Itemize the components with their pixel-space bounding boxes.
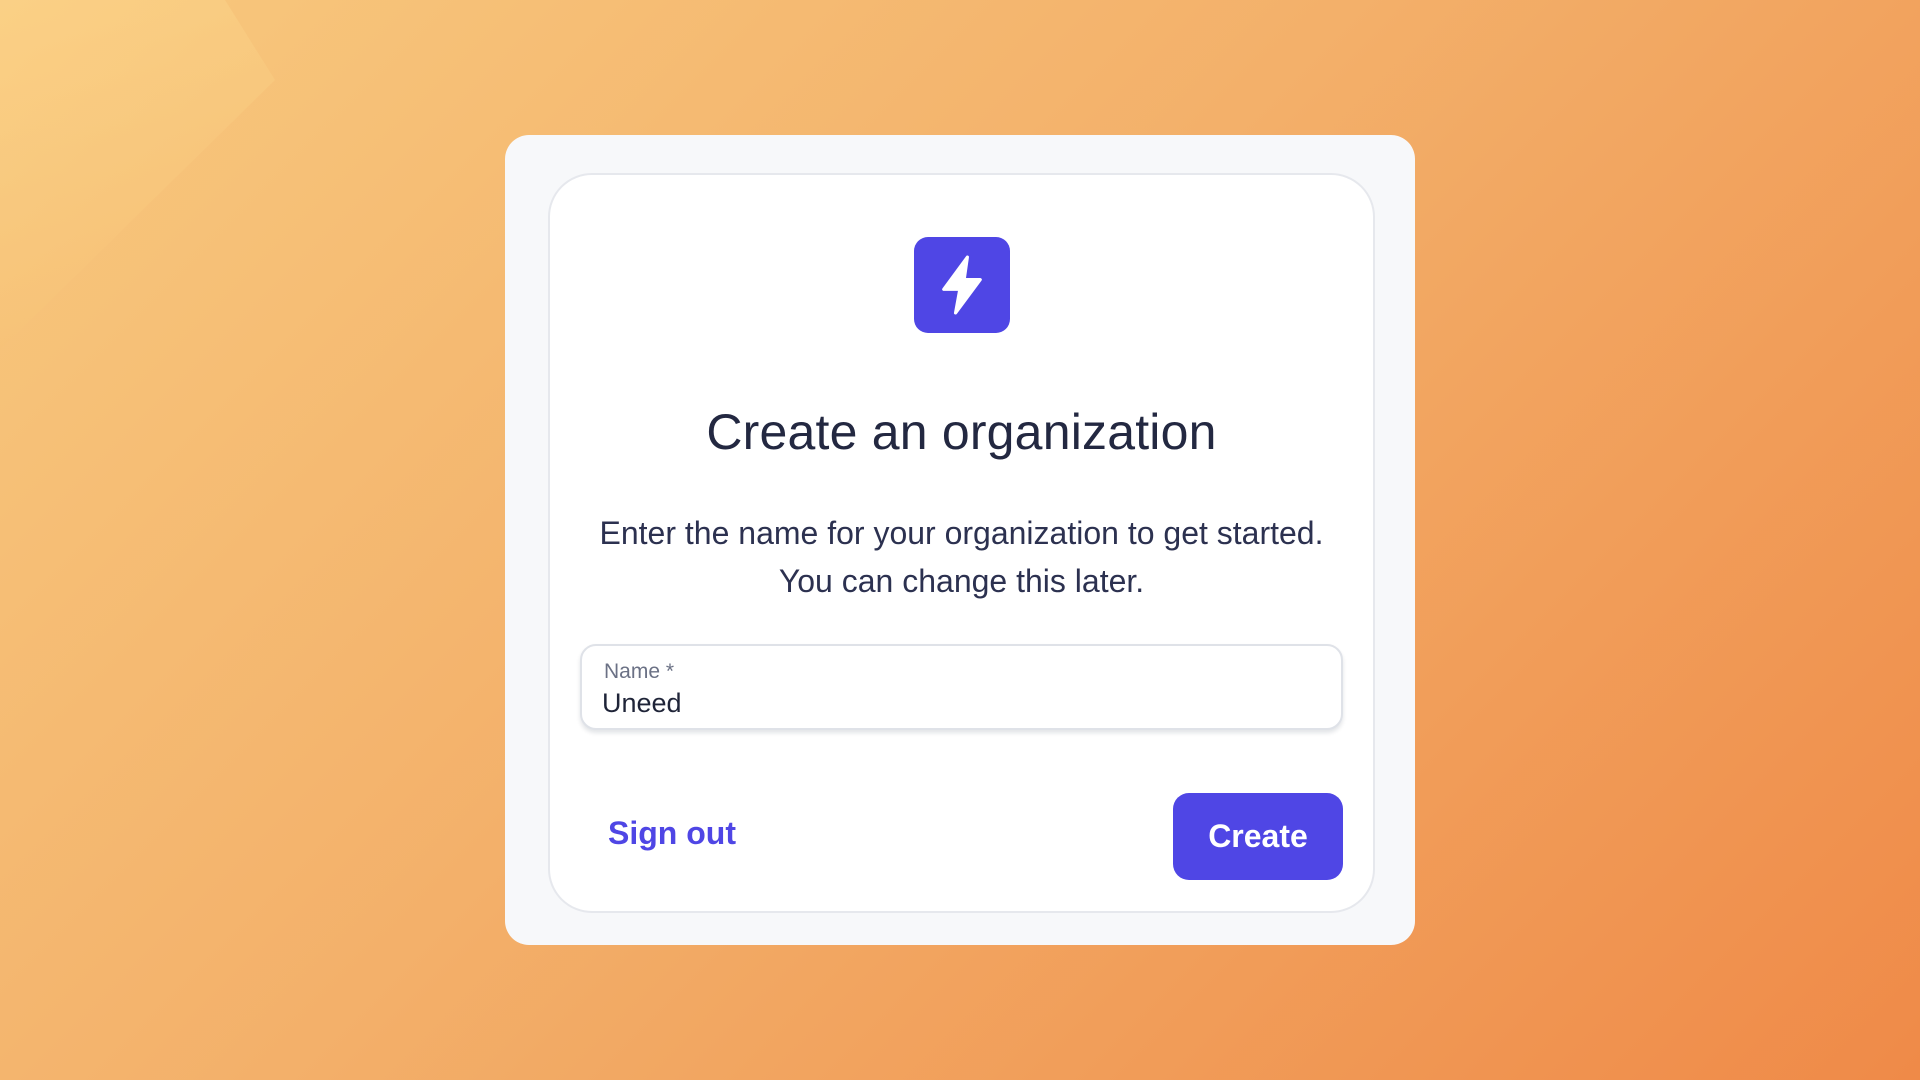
sign-out-link[interactable]: Sign out [608, 815, 736, 852]
lightning-bolt-icon [941, 255, 982, 315]
name-field-label: Name * [604, 660, 675, 683]
page-description: Enter the name for your organization to … [570, 509, 1353, 605]
organization-name-input[interactable] [602, 688, 1202, 719]
description-line: You can change this later. [778, 563, 1145, 599]
organization-name-field[interactable]: Name * [580, 644, 1343, 730]
create-organization-card: Create an organization Enter the name fo… [548, 173, 1375, 913]
app-logo [913, 237, 1010, 333]
background-decoration [0, 0, 275, 350]
description-line: Enter the name for your organization to … [599, 515, 1324, 551]
create-button[interactable]: Create [1173, 793, 1343, 880]
page-title: Create an organization [706, 404, 1217, 460]
dialog-panel: Create an organization Enter the name fo… [505, 135, 1415, 945]
